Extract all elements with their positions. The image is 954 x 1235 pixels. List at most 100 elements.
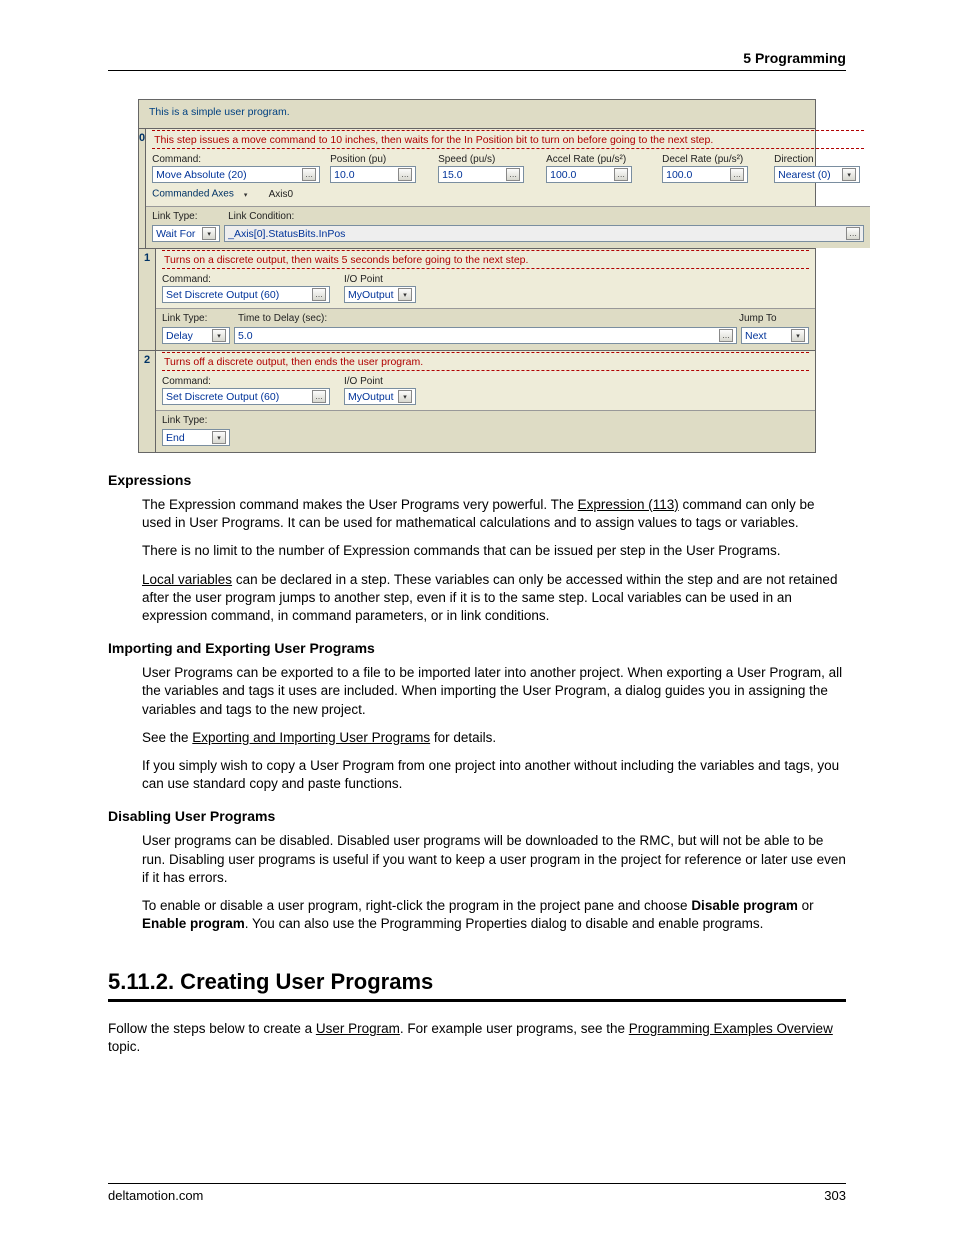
jump-field[interactable]: Next [741,327,809,344]
param-field[interactable]: 15.0 … [438,166,524,183]
command-value: Set Discrete Output (60) [166,289,279,301]
text: Follow the steps below to create a [108,1021,316,1036]
program-title: This is a simple user program. [139,100,815,128]
delay-field[interactable]: 5.0 … [234,327,737,344]
link-user-program[interactable]: User Program [316,1021,400,1036]
link-type-field[interactable]: Wait For [152,225,220,242]
delay-value: 5.0 [238,330,253,342]
link-condition-value: _Axis[0].StatusBits.InPos [228,228,345,240]
step-description: Turns on a discrete output, then waits 5… [162,252,809,269]
ellipsis-icon[interactable]: … [312,288,326,301]
ellipsis-icon[interactable]: … [398,168,412,181]
text: See the [142,730,192,745]
link-type-label: Link Type: [162,415,234,426]
link-type-value: Wait For [156,228,195,240]
heading-creating-user-programs: 5.11.2. Creating User Programs [108,967,846,997]
heading-import-export: Importing and Exporting User Programs [108,639,846,658]
param-value: 100.0 [550,169,576,181]
step-number: 0 [139,129,146,248]
paragraph: The Expression command makes the User Pr… [142,496,846,532]
command-field[interactable]: Set Discrete Output (60) … [162,388,330,405]
ellipsis-icon[interactable]: … [614,168,628,181]
text: topic. [108,1039,140,1054]
param-field[interactable]: Nearest (0) [774,166,860,183]
step-description: Turns off a discrete output, then ends t… [162,354,809,371]
param-label: Direction [774,154,864,165]
param-label: Decel Rate (pu/s²) [662,154,770,165]
param-field[interactable]: 100.0 … [546,166,632,183]
ellipsis-icon[interactable]: … [719,329,733,342]
paragraph: Local variables can be declared in a ste… [142,571,846,626]
link-type-field[interactable]: End [162,429,230,446]
text: for details. [430,730,496,745]
heading-expressions: Expressions [108,471,846,490]
param-label: Position (pu) [330,154,434,165]
text: The Expression command makes the User Pr… [142,497,578,512]
step-row: 2 Turns off a discrete output, then ends… [139,350,815,452]
jump-label: Jump To [739,313,809,324]
dropdown-icon[interactable] [398,288,412,301]
delay-label: Time to Delay (sec): [238,313,735,324]
step-description: This step issues a move command to 10 in… [152,132,864,149]
dropdown-icon[interactable] [212,329,226,342]
text: To enable or disable a user program, rig… [142,898,691,913]
command-field[interactable]: Set Discrete Output (60) … [162,286,330,303]
paragraph: To enable or disable a user program, rig… [142,897,846,933]
paragraph: If you simply wish to copy a User Progra… [142,757,846,793]
io-value: MyOutput [348,391,394,403]
io-field[interactable]: MyOutput [344,388,416,405]
param-value: 100.0 [666,169,692,181]
page-header: 5 Programming [108,50,846,71]
link-condition-label: Link Condition: [228,211,294,222]
paragraph: User programs can be disabled. Disabled … [142,832,846,887]
param-label: Accel Rate (pu/s²) [546,154,658,165]
link-condition-field[interactable]: _Axis[0].StatusBits.InPos … [224,225,864,242]
heading-rule [108,999,846,1002]
dropdown-icon[interactable] [239,188,253,201]
param-value: 10.0 [334,169,354,181]
ellipsis-icon[interactable]: … [506,168,520,181]
link-type-label: Link Type: [152,211,224,222]
link-examples-overview[interactable]: Programming Examples Overview [629,1021,833,1036]
footer-page-number: 303 [824,1188,846,1203]
ellipsis-icon[interactable]: … [846,227,860,240]
text: or [798,898,814,913]
command-label: Command: [152,154,326,165]
io-field[interactable]: MyOutput [344,286,416,303]
bold-enable: Enable program [142,916,245,931]
dropdown-icon[interactable] [842,168,856,181]
axes-value: Axis0 [269,189,293,200]
jump-value: Next [745,330,767,342]
command-field[interactable]: Move Absolute (20) … [152,166,320,183]
io-label: I/O Point [344,376,434,387]
param-value: Nearest (0) [778,169,831,181]
link-type-label: Link Type: [162,313,234,324]
page-footer: deltamotion.com 303 [108,1183,846,1203]
param-field[interactable]: 10.0 … [330,166,416,183]
ellipsis-icon[interactable]: … [730,168,744,181]
footer-site: deltamotion.com [108,1188,203,1203]
paragraph: There is no limit to the number of Expre… [142,542,846,560]
text: can be declared in a step. These variabl… [142,572,837,623]
link-type-value: Delay [166,330,193,342]
dropdown-icon[interactable] [791,329,805,342]
link-local-variables[interactable]: Local variables [142,572,232,587]
param-field[interactable]: 100.0 … [662,166,748,183]
link-type-value: End [166,432,185,444]
link-expression[interactable]: Expression (113) [578,497,679,512]
document-body: Expressions The Expression command makes… [108,471,846,1057]
link-type-field[interactable]: Delay [162,327,230,344]
param-label: Speed (pu/s) [438,154,542,165]
dropdown-icon[interactable] [202,227,216,240]
axes-label[interactable]: Commanded Axes [152,188,253,201]
bold-disable: Disable program [691,898,798,913]
paragraph: Follow the steps below to create a User … [108,1020,846,1056]
heading-disabling: Disabling User Programs [108,807,846,826]
ellipsis-icon[interactable]: … [302,168,316,181]
dropdown-icon[interactable] [212,431,226,444]
ellipsis-icon[interactable]: … [312,390,326,403]
link-export-import[interactable]: Exporting and Importing User Programs [192,730,430,745]
dropdown-icon[interactable] [398,390,412,403]
step-row: 0 This step issues a move command to 10 … [139,128,815,248]
command-label: Command: [162,274,340,285]
